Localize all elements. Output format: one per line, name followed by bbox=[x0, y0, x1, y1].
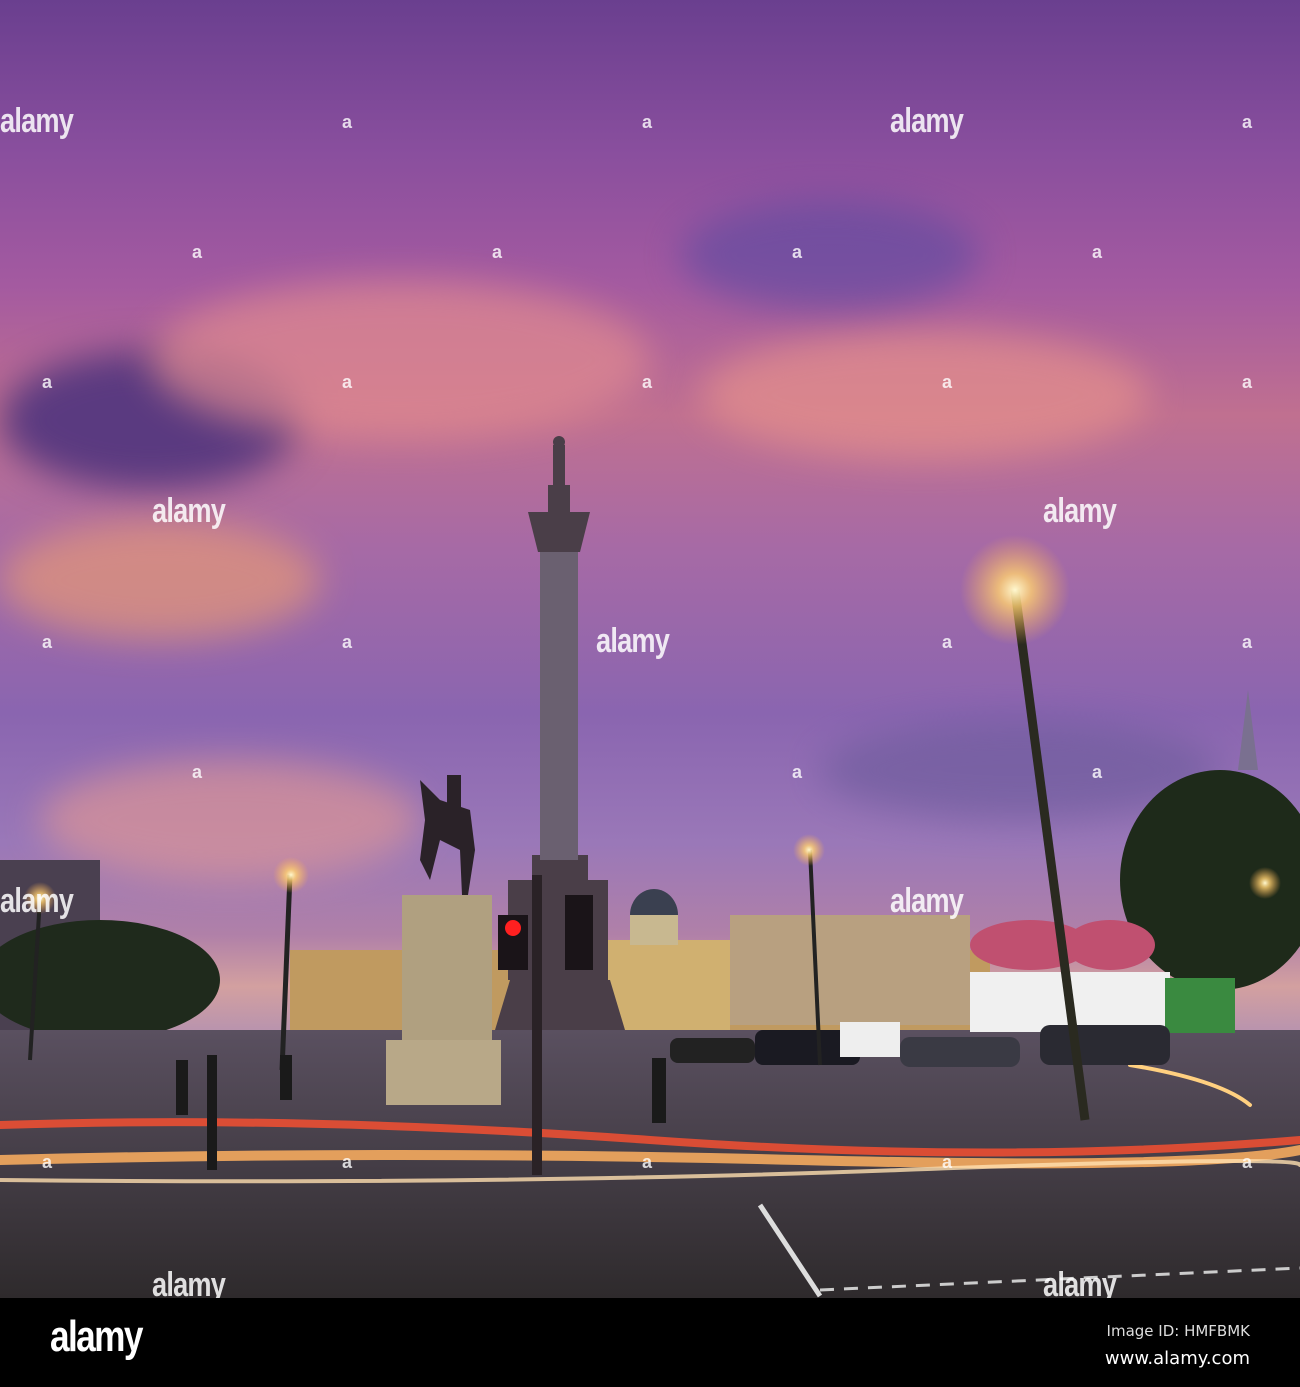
watermark-mark: a bbox=[942, 372, 953, 392]
watermark-mark: a bbox=[42, 372, 53, 392]
watermark-mark: a bbox=[792, 762, 803, 782]
watermark-mark: a bbox=[792, 242, 803, 262]
alamy-logo[interactable]: alamy bbox=[50, 1312, 143, 1362]
watermark-mark: a bbox=[42, 632, 53, 652]
watermark-mark: a bbox=[1092, 762, 1103, 782]
watermark-mark: a bbox=[942, 1152, 953, 1172]
equestrian-statue bbox=[386, 775, 501, 1105]
watermark: alamy bbox=[890, 882, 964, 920]
watermark-mark: a bbox=[342, 112, 353, 132]
stock-photo-page: alamy alamy alamy alamy alamy alamy alam… bbox=[0, 0, 1300, 1387]
watermark-mark: a bbox=[342, 1152, 353, 1172]
watermark-mark: a bbox=[642, 372, 653, 392]
watermark: alamy bbox=[596, 622, 670, 660]
watermark: alamy bbox=[1043, 492, 1117, 530]
footer-bar: alamy Image ID: HMFBMK www.alamy.com bbox=[0, 1298, 1300, 1387]
watermark-mark: a bbox=[642, 1152, 653, 1172]
watermark-mark: a bbox=[492, 242, 503, 262]
watermark-mark: a bbox=[1242, 112, 1253, 132]
watermark-mark: a bbox=[342, 372, 353, 392]
watermark-mark: a bbox=[1242, 632, 1253, 652]
watermark: alamy bbox=[152, 492, 226, 530]
watermark-mark: a bbox=[342, 632, 353, 652]
watermark-mark: a bbox=[192, 762, 203, 782]
watermark-mark: a bbox=[642, 112, 653, 132]
watermark: alamy bbox=[0, 102, 74, 140]
watermark: alamy bbox=[152, 1266, 226, 1298]
watermark: alamy bbox=[890, 102, 964, 140]
watermark-mark: a bbox=[1242, 1152, 1253, 1172]
image-id: Image ID: HMFBMK bbox=[1106, 1322, 1250, 1340]
watermark: alamy bbox=[1043, 1266, 1117, 1298]
watermark: alamy bbox=[0, 882, 74, 920]
watermark-mark: a bbox=[942, 632, 953, 652]
watermark-mark: a bbox=[192, 242, 203, 262]
watermark-mark: a bbox=[1092, 242, 1103, 262]
trafalgar-square-sunset-photo: alamy alamy alamy alamy alamy alamy alam… bbox=[0, 0, 1300, 1298]
watermark-mark: a bbox=[42, 1152, 53, 1172]
site-url[interactable]: www.alamy.com bbox=[1105, 1348, 1250, 1369]
watermark-mark: a bbox=[1242, 372, 1253, 392]
